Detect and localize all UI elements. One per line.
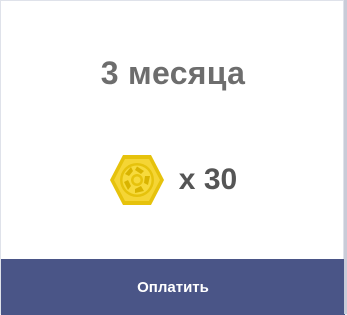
subscription-card: 3 месяца x 30 Оплатить (0, 0, 345, 315)
price-row: x 30 (1, 150, 345, 210)
pay-button[interactable]: Оплатить (1, 259, 345, 315)
coin-amount: x 30 (178, 163, 238, 196)
coin-icon (109, 155, 164, 205)
plan-period: 3 месяца (100, 55, 246, 91)
